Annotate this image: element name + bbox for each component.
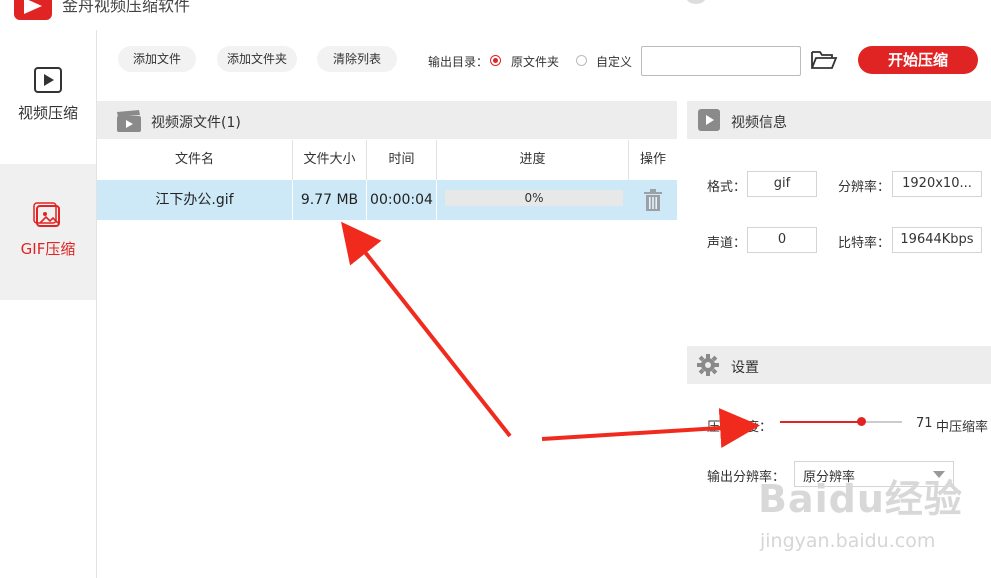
- watermark-logo: Baidu经验: [758, 477, 963, 521]
- watermark-url: jingyan.baidu.com: [760, 530, 936, 552]
- arrow-to-file-size: [341, 221, 512, 438]
- arrow-to-strength: [541, 408, 760, 448]
